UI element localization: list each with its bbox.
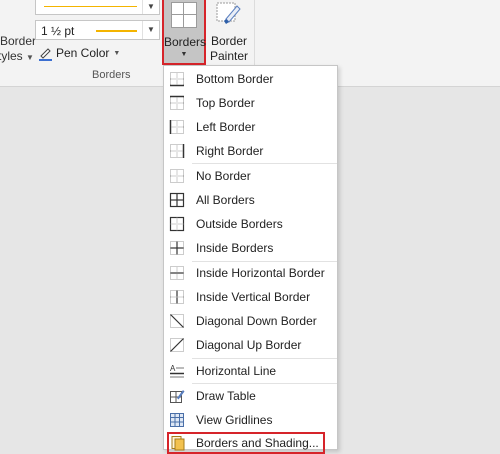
borders-button[interactable]: Borders ▼ xyxy=(162,0,206,65)
inside-vertical-border-icon xyxy=(169,289,185,305)
borders-icon xyxy=(171,2,197,28)
borders-button-label: Borders xyxy=(164,35,207,49)
view-gridlines-icon xyxy=(169,412,185,428)
inside-borders-icon xyxy=(169,240,185,256)
line-style-preview xyxy=(44,6,137,7)
diagonal-up-border-icon xyxy=(169,337,185,353)
border-painter-icon xyxy=(216,2,242,28)
border-painter-button[interactable]: Border Painter xyxy=(208,0,250,66)
menu-item-right-border[interactable]: Right Border xyxy=(164,140,337,162)
chevron-down-icon: ▼ xyxy=(113,49,121,57)
menu-item-no-border[interactable]: No Border xyxy=(164,165,337,187)
menu-item-label: View Gridlines xyxy=(196,413,273,427)
pen-icon xyxy=(38,46,53,61)
bottom-border-icon xyxy=(169,71,185,87)
menu-item-diagonal-up-border[interactable]: Diagonal Up Border xyxy=(164,334,337,356)
menu-separator xyxy=(192,163,337,164)
menu-item-label: Outside Borders xyxy=(196,217,283,231)
menu-item-label: Top Border xyxy=(196,96,255,110)
horizontal-line-icon: A xyxy=(169,363,185,379)
top-border-icon xyxy=(169,95,185,111)
chevron-down-icon[interactable]: ▼ xyxy=(142,0,159,14)
menu-item-borders-and-shading[interactable]: Borders and Shading... xyxy=(167,432,325,454)
menu-item-label: Left Border xyxy=(196,120,256,134)
border-painter-label: Border Painter xyxy=(209,34,249,63)
chevron-down-icon: ▼ xyxy=(180,51,188,58)
line-weight-dropdown[interactable]: 1 ½ pt ▼ xyxy=(35,20,160,40)
all-borders-icon xyxy=(169,192,185,208)
menu-item-label: Diagonal Down Border xyxy=(196,314,317,328)
menu-item-label: Borders and Shading... xyxy=(196,436,319,450)
menu-item-diagonal-down-border[interactable]: Diagonal Down Border xyxy=(164,310,337,332)
menu-item-label: Right Border xyxy=(196,144,264,158)
border-styles-button[interactable]: Border xyxy=(0,34,36,49)
menu-item-label: Inside Horizontal Border xyxy=(196,266,325,280)
menu-item-view-gridlines[interactable]: View Gridlines xyxy=(164,409,337,431)
diagonal-down-border-icon xyxy=(169,313,185,329)
svg-text:A: A xyxy=(170,364,176,373)
menu-item-top-border[interactable]: Top Border xyxy=(164,92,337,114)
menu-item-label: Horizontal Line xyxy=(196,364,277,378)
menu-item-label: Bottom Border xyxy=(196,72,274,86)
menu-item-inside-vertical-border[interactable]: Inside Vertical Border xyxy=(164,286,337,308)
pen-color-label: Pen Color xyxy=(56,46,110,60)
chevron-down-icon[interactable]: ▼ xyxy=(26,53,34,62)
menu-item-label: Draw Table xyxy=(196,389,256,403)
group-label: Borders xyxy=(92,69,131,81)
menu-item-label: All Borders xyxy=(196,193,255,207)
no-border-icon xyxy=(169,168,185,184)
borders-dropdown-menu: Bottom Border Top Border Left Border Rig… xyxy=(163,65,338,454)
right-border-icon xyxy=(169,143,185,159)
menu-item-label: Diagonal Up Border xyxy=(196,338,302,352)
menu-item-label: Inside Borders xyxy=(196,241,274,255)
border-styles-label-line1: Border xyxy=(0,34,37,48)
menu-item-draw-table[interactable]: Draw Table xyxy=(164,385,337,407)
outside-borders-icon xyxy=(169,216,185,232)
menu-item-horizontal-line[interactable]: A Horizontal Line xyxy=(164,360,337,382)
inside-horizontal-border-icon xyxy=(169,265,185,281)
menu-item-bottom-border[interactable]: Bottom Border xyxy=(164,68,337,90)
line-style-dropdown[interactable]: ▼ xyxy=(35,0,160,15)
menu-item-outside-borders[interactable]: Outside Borders xyxy=(164,213,337,235)
menu-item-label: No Border xyxy=(196,169,251,183)
menu-item-left-border[interactable]: Left Border xyxy=(164,116,337,138)
menu-item-inside-borders[interactable]: Inside Borders xyxy=(164,237,337,259)
pen-color-button[interactable]: Pen Color ▼ xyxy=(38,45,120,61)
menu-item-all-borders[interactable]: All Borders xyxy=(164,189,337,211)
line-weight-preview xyxy=(96,30,137,32)
menu-item-inside-horizontal-border[interactable]: Inside Horizontal Border xyxy=(164,262,337,284)
menu-separator xyxy=(192,358,337,359)
borders-and-shading-icon xyxy=(170,435,186,451)
draw-table-icon xyxy=(169,388,185,404)
line-weight-value: 1 ½ pt xyxy=(41,24,75,38)
border-styles-label-line2: Styles xyxy=(0,49,23,63)
menu-separator xyxy=(192,383,337,384)
chevron-down-icon[interactable]: ▼ xyxy=(142,21,159,39)
left-border-icon xyxy=(169,119,185,135)
menu-item-label: Inside Vertical Border xyxy=(196,290,311,304)
